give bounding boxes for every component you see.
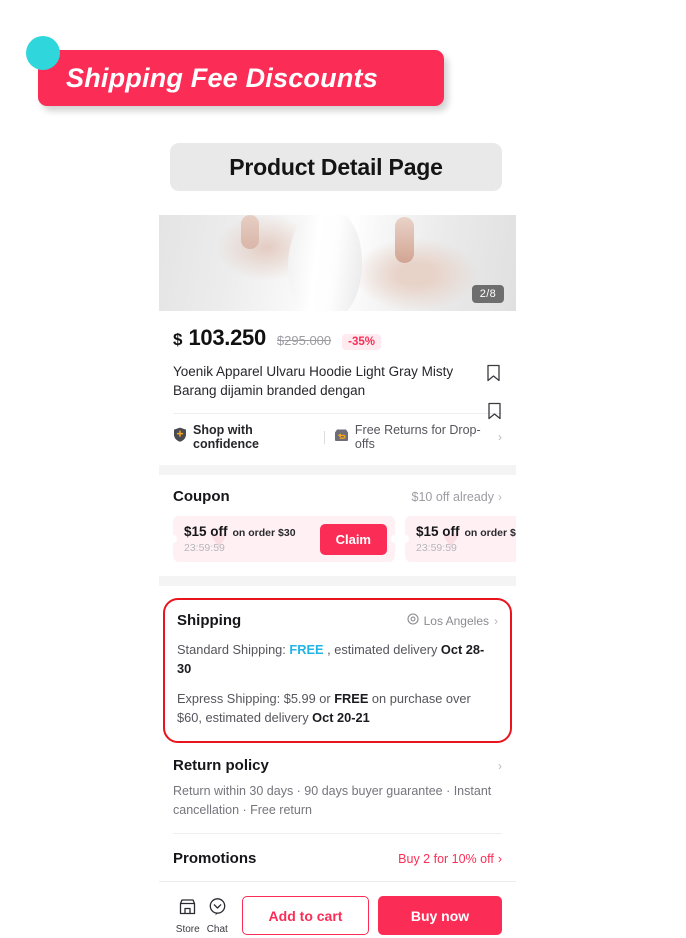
chat-icon	[208, 897, 227, 921]
shipping-location-label: Los Angeles	[423, 613, 489, 628]
banner-title: Shipping Fee Discounts	[66, 62, 378, 93]
bookmark-icon-secondary[interactable]	[487, 402, 502, 425]
coupon-condition: on order $30	[464, 527, 516, 539]
promotions-title: Promotions	[173, 850, 257, 867]
pdp-chip-label: Product Detail Page	[229, 153, 443, 180]
product-image-arm-left	[241, 215, 260, 249]
coupon-already-link[interactable]: $10 off already ›	[412, 490, 502, 504]
chat-label: Chat	[206, 923, 228, 935]
banner-pill: Shipping Fee Discounts	[38, 50, 444, 106]
return-box-icon	[334, 428, 349, 447]
location-pin-icon	[407, 613, 419, 628]
coupon-already-label: $10 off already	[411, 489, 494, 504]
product-image[interactable]: 2/8	[159, 215, 516, 311]
chat-button[interactable]: Chat	[203, 897, 233, 935]
teal-dot-decoration	[26, 36, 60, 70]
return-policy-title: Return policy	[173, 757, 269, 774]
chevron-right-icon: ›	[497, 851, 502, 866]
coupon-section-title: Coupon	[173, 488, 230, 505]
store-icon	[178, 897, 197, 921]
product-detail-page-chip: Product Detail Page	[170, 143, 502, 191]
claim-button[interactable]: Claim	[319, 523, 387, 555]
standard-shipping-mid: , estimated delivery	[323, 642, 441, 657]
coupon-text: $15 off on order $30 23:59:59	[416, 524, 516, 554]
phone-content: 2/8 $ 103.250 $295.000 -35% Yoenik Appar…	[159, 215, 516, 938]
section-gap	[159, 576, 516, 586]
coupon-timer: 23:59:59	[416, 542, 457, 554]
coupon-list: ♥ $15 off on order $30 23:59:59 Claim ♥ …	[159, 505, 516, 562]
chevron-right-icon: ›	[498, 489, 502, 504]
coupon-card[interactable]: ♥ $15 off on order $30 23:59:59	[401, 516, 516, 562]
shield-icon	[173, 427, 187, 447]
express-shipping-prefix: Express Shipping: $5.99 or	[177, 691, 335, 706]
return-policy-header: Return policy ›	[159, 743, 516, 774]
free-returns-item[interactable]: Free Returns for Drop-offs ›	[334, 423, 502, 451]
coupon-timer: 23:59:59	[184, 542, 225, 554]
price-amount: 103.250	[188, 325, 266, 350]
price-row: $ 103.250 $295.000 -35%	[159, 311, 516, 351]
add-to-cart-button[interactable]: Add to cart	[242, 896, 369, 935]
promotions-offer-label: Buy 2 for 10% off	[398, 851, 494, 866]
standard-shipping-line: Standard Shipping: FREE , estimated deli…	[177, 640, 498, 678]
image-counter-badge: 2/8	[471, 285, 504, 303]
trust-row: Shop with confidence Free Returns for Dr…	[159, 402, 516, 451]
screenshot-root: Shipping Fee Discounts Product Detail Pa…	[0, 0, 686, 938]
price-original: $295.000	[276, 333, 332, 348]
express-shipping-free: FREE	[334, 691, 369, 706]
express-shipping-line: Express Shipping: $5.99 or FREE on purch…	[177, 689, 498, 727]
chevron-right-icon: ›	[498, 758, 502, 773]
store-button[interactable]: Store	[173, 897, 203, 935]
product-image-arm-right	[394, 217, 414, 263]
shop-with-confidence-item[interactable]: Shop with confidence	[173, 423, 315, 451]
standard-shipping-prefix: Standard Shipping:	[177, 642, 290, 657]
standard-shipping-free: FREE	[289, 642, 324, 657]
shop-with-confidence-label: Shop with confidence	[193, 423, 259, 451]
product-image-garment	[285, 215, 364, 311]
coupon-condition: on order $30	[232, 527, 296, 539]
bookmark-icon[interactable]	[486, 362, 502, 387]
return-policy-body: Return within 30 days · 90 days buyer gu…	[173, 784, 492, 817]
product-title: Yoenik Apparel Ulvaru Hoodie Light Gray …	[173, 364, 454, 398]
express-shipping-date: Oct 20-21	[312, 710, 370, 725]
product-title-row: Yoenik Apparel Ulvaru Hoodie Light Gray …	[159, 351, 516, 400]
coupon-text: $15 off on order $30 23:59:59	[184, 524, 296, 554]
section-gap	[159, 465, 516, 475]
promotions-section[interactable]: Promotions Buy 2 for 10% off ›	[159, 834, 516, 881]
shipping-section: Shipping Los Angeles › Standard Shipping…	[159, 598, 516, 743]
buy-now-button[interactable]: Buy now	[378, 896, 502, 935]
shipping-header: Shipping Los Angeles ›	[177, 612, 498, 629]
trust-divider	[323, 430, 325, 444]
return-policy-section[interactable]: Return policy › Return within 30 days · …	[159, 743, 516, 820]
shipping-card[interactable]: Shipping Los Angeles › Standard Shipping…	[159, 598, 516, 743]
discount-badge: -35%	[342, 334, 381, 350]
coupon-header: Coupon $10 off already ›	[159, 475, 516, 505]
store-label: Store	[175, 923, 200, 935]
coupon-amount: $15 off	[416, 524, 460, 539]
price-currency: $	[173, 330, 183, 349]
free-returns-label: Free Returns for Drop-offs	[354, 423, 481, 451]
shipping-section-title: Shipping	[177, 612, 242, 629]
promotions-offer-link[interactable]: Buy 2 for 10% off ›	[398, 852, 502, 866]
bottom-action-bar: Store Chat Add to cart Buy now	[159, 882, 516, 938]
coupon-card[interactable]: ♥ $15 off on order $30 23:59:59 Claim	[169, 516, 399, 562]
chevron-right-icon: ›	[498, 430, 502, 444]
coupon-amount: $15 off	[184, 524, 228, 539]
shipping-location-selector[interactable]: Los Angeles ›	[407, 613, 498, 628]
chevron-right-icon: ›	[494, 613, 498, 628]
